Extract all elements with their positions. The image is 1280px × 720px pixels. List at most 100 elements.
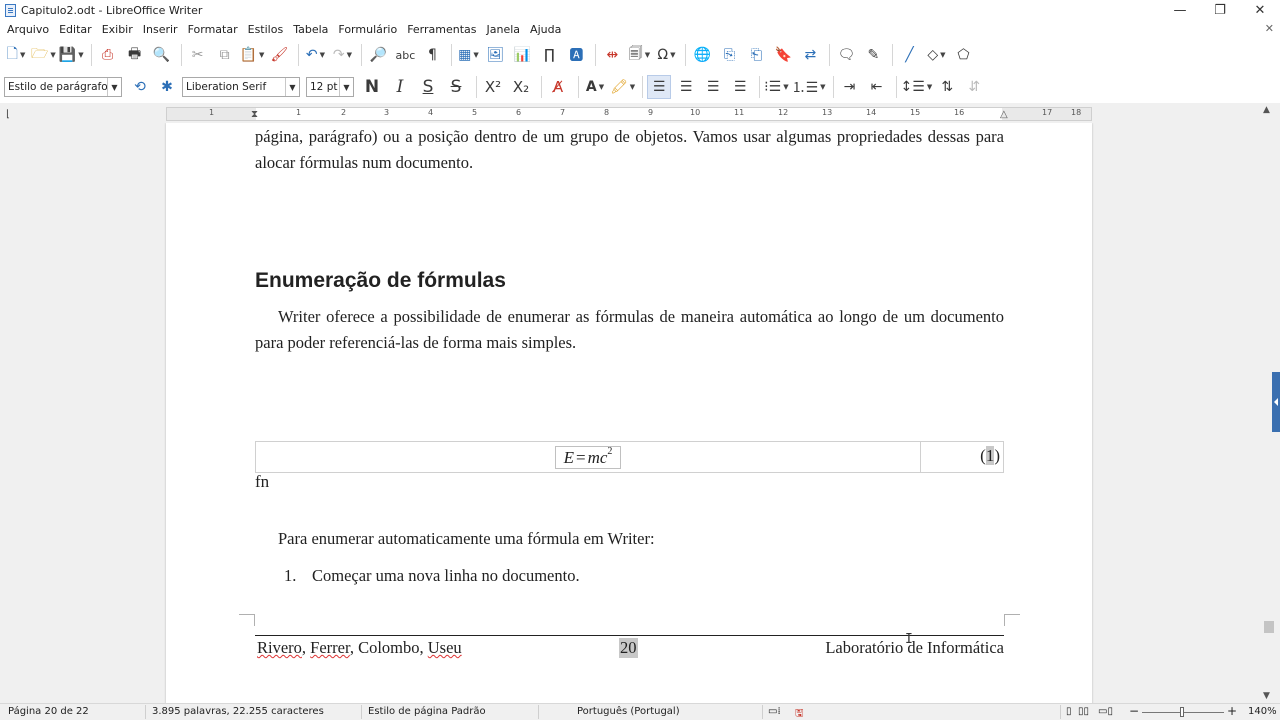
insert-field-icon[interactable]: 🗐 ▼: [627, 43, 651, 67]
menu-janela[interactable]: Janela: [482, 23, 526, 36]
superscript-icon[interactable]: X²: [481, 75, 505, 99]
scroll-up-icon[interactable]: ▲: [1263, 105, 1270, 115]
page-count[interactable]: Página 20 de 22: [8, 706, 89, 717]
find-replace-icon[interactable]: 🔎: [366, 43, 390, 67]
close-window-button[interactable]: ✕: [1240, 0, 1280, 20]
copy-icon[interactable]: ⧉: [213, 43, 237, 67]
spelling-icon[interactable]: abc: [393, 43, 417, 67]
horizontal-ruler[interactable]: 1 ⧗ 1 2 3 4 5 6 7 8 9 10 11 12 13 14 15 …: [166, 107, 1092, 121]
insert-textbox-icon[interactable]: 🅰: [564, 43, 588, 67]
multi-page-view-icon[interactable]: ▯▯: [1078, 706, 1089, 717]
increase-indent-icon[interactable]: ⇥: [838, 75, 862, 99]
update-style-icon[interactable]: ⟲: [128, 75, 152, 99]
scrollbar-thumb[interactable]: [1264, 621, 1274, 633]
menu-formatar[interactable]: Formatar: [183, 23, 243, 36]
clear-formatting-icon[interactable]: A̸: [546, 75, 570, 99]
save-icon[interactable]: 💾 ▼: [59, 43, 84, 67]
line-spacing-icon[interactable]: ↕☰ ▼: [901, 75, 933, 99]
paragraph-1[interactable]: página, parágrafo) ou a posição dentro d…: [255, 124, 1004, 176]
language[interactable]: Português (Portugal): [577, 706, 680, 717]
formatting-marks-icon[interactable]: ¶: [420, 43, 444, 67]
page-footer[interactable]: Rivero, Ferrer, Colombo, Useu 20 Laborat…: [257, 638, 1004, 662]
menu-formulario[interactable]: Formulário: [333, 23, 402, 36]
menu-inserir[interactable]: Inserir: [138, 23, 183, 36]
autotext-fn[interactable]: fn: [255, 472, 269, 492]
menu-editar[interactable]: Editar: [54, 23, 97, 36]
unordered-list-icon[interactable]: ⁝☰ ▼: [764, 75, 788, 99]
draw-functions-icon[interactable]: ⬠: [951, 43, 975, 67]
formula-object[interactable]: E = mc 2: [555, 446, 621, 469]
decrease-indent-icon[interactable]: ⇤: [865, 75, 889, 99]
print-icon[interactable]: 🖶: [123, 43, 147, 67]
comment-icon[interactable]: 🗨: [834, 43, 858, 67]
new-document-icon[interactable]: 🗋 ▼: [4, 43, 28, 67]
paragraph-3[interactable]: Para enumerar automaticamente uma fórmul…: [278, 529, 655, 549]
align-left-icon[interactable]: ☰: [647, 75, 672, 99]
redo-icon[interactable]: ↷ ▼: [330, 43, 354, 67]
paragraph-style-combo[interactable]: Estilo de parágrafo Padrão ▼: [4, 77, 122, 97]
footnote-icon[interactable]: ⎘: [717, 43, 741, 67]
open-folder-icon[interactable]: 🗁 ▼: [31, 43, 56, 67]
menu-exibir[interactable]: Exibir: [97, 23, 138, 36]
list-item[interactable]: 1. Começar uma nova linha no documento.: [284, 566, 580, 586]
insert-formula-icon[interactable]: ∏: [537, 43, 561, 67]
ordered-list-icon[interactable]: ⒈☰ ▼: [792, 75, 826, 99]
zoom-slider-knob[interactable]: [1180, 707, 1184, 717]
italic-button[interactable]: I: [388, 75, 412, 99]
print-preview-icon[interactable]: 🔍: [150, 43, 174, 67]
new-style-icon[interactable]: ✱: [155, 75, 179, 99]
menu-ajuda[interactable]: Ajuda: [525, 23, 566, 36]
document-modified-icon[interactable]: 🖫: [795, 706, 804, 720]
maximize-button[interactable]: ❐: [1200, 0, 1240, 20]
scroll-down-icon[interactable]: ▼: [1263, 691, 1270, 701]
increase-paragraph-spacing-icon[interactable]: ⇅: [935, 75, 959, 99]
page-break-icon[interactable]: ⇹: [600, 43, 624, 67]
document-page[interactable]: página, parágrafo) ou a posição dentro d…: [166, 123, 1092, 703]
special-character-icon[interactable]: Ω ▼: [654, 43, 678, 67]
justify-icon[interactable]: ☰: [728, 75, 752, 99]
strikethrough-button[interactable]: S: [444, 75, 468, 99]
font-size-combo[interactable]: 12 pt ▼: [306, 77, 354, 97]
left-indent-marker[interactable]: ⧗: [251, 109, 258, 120]
insert-chart-icon[interactable]: 📊: [510, 43, 534, 67]
align-center-icon[interactable]: ☰: [674, 75, 698, 99]
footer-page-number[interactable]: 20: [619, 638, 638, 658]
close-document-button[interactable]: ✕: [1265, 22, 1274, 35]
selection-mode-icon[interactable]: ▭⁞: [768, 706, 781, 717]
paste-icon[interactable]: 📋 ▼: [240, 43, 265, 67]
formula-number[interactable]: (1): [980, 446, 1000, 466]
basic-shapes-icon[interactable]: ◇ ▼: [924, 43, 948, 67]
export-pdf-icon[interactable]: ⎙: [96, 43, 120, 67]
bold-button[interactable]: N: [360, 75, 384, 99]
chevron-down-icon[interactable]: ▼: [107, 78, 121, 96]
highlight-color-icon[interactable]: 🖍 ▼: [610, 75, 635, 99]
zoom-out-button[interactable]: −: [1129, 704, 1139, 718]
chevron-down-icon[interactable]: ▼: [339, 78, 353, 96]
cross-reference-icon[interactable]: ⇄: [798, 43, 822, 67]
cut-icon[interactable]: ✂: [186, 43, 210, 67]
font-color-icon[interactable]: A ▼: [583, 75, 607, 99]
minimize-button[interactable]: —: [1160, 0, 1200, 20]
menu-arquivo[interactable]: Arquivo: [2, 23, 54, 36]
align-right-icon[interactable]: ☰: [701, 75, 725, 99]
page-style[interactable]: Estilo de página Padrão: [368, 706, 486, 717]
track-changes-icon[interactable]: ✎: [861, 43, 885, 67]
sidebar-toggle[interactable]: [1272, 372, 1280, 432]
insert-line-icon[interactable]: ╱: [897, 43, 921, 67]
zoom-in-button[interactable]: +: [1227, 704, 1237, 718]
single-page-view-icon[interactable]: ▯: [1066, 706, 1072, 717]
subscript-icon[interactable]: X₂: [509, 75, 533, 99]
tab-stop-icon[interactable]: ⌊: [6, 109, 10, 120]
word-count[interactable]: 3.895 palavras, 22.255 caracteres: [152, 706, 324, 717]
section-heading[interactable]: Enumeração de fórmulas: [255, 269, 506, 293]
insert-table-icon[interactable]: ▦ ▼: [456, 43, 480, 67]
menu-tabela[interactable]: Tabela: [288, 23, 333, 36]
underline-button[interactable]: S: [416, 75, 440, 99]
hyperlink-icon[interactable]: 🌐: [690, 43, 714, 67]
endnote-icon[interactable]: ⎗: [744, 43, 768, 67]
book-view-icon[interactable]: ▭▯: [1098, 706, 1113, 717]
decrease-paragraph-spacing-icon[interactable]: ⇵: [962, 75, 986, 99]
clone-formatting-icon[interactable]: 🖌: [267, 43, 291, 67]
undo-icon[interactable]: ↶ ▼: [303, 43, 327, 67]
font-name-combo[interactable]: Liberation Serif ▼: [182, 77, 300, 97]
